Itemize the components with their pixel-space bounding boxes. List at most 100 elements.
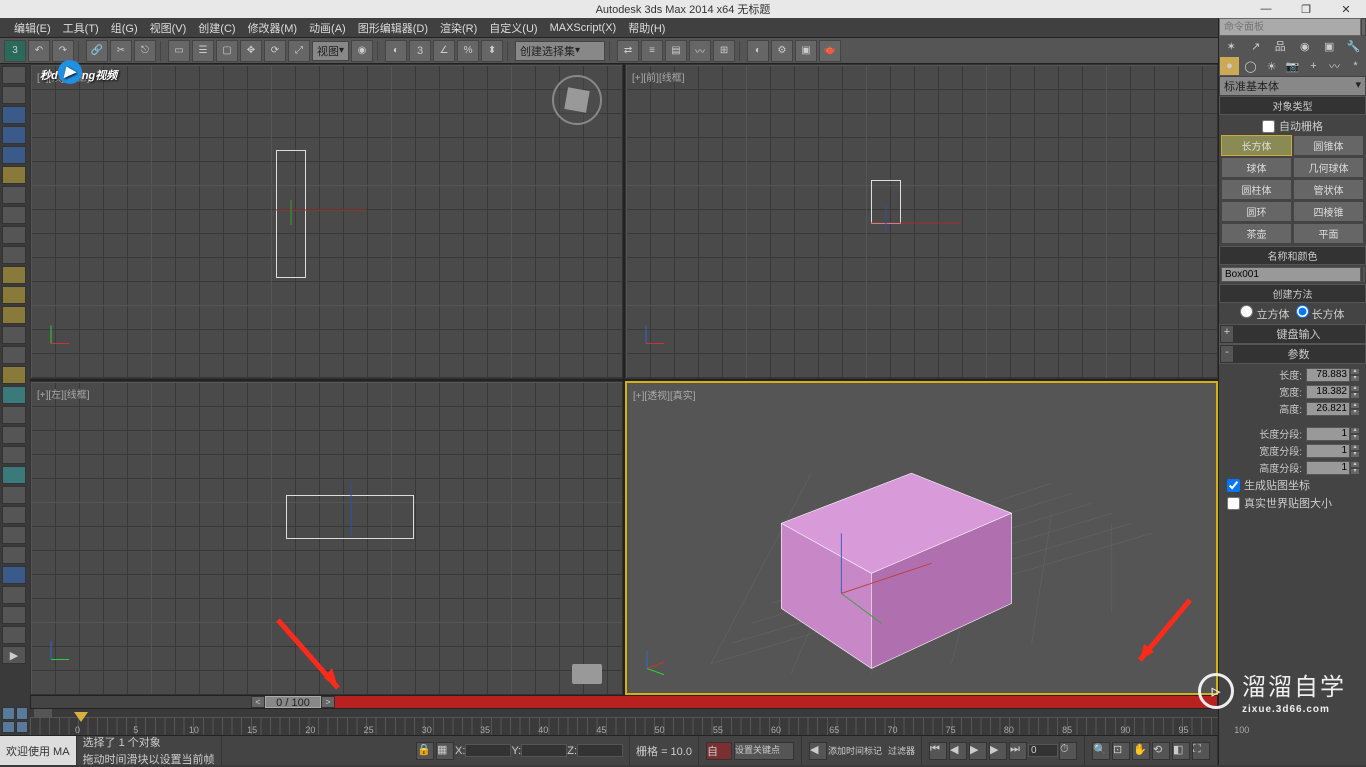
scale-button[interactable]: ⤢ [288,40,310,62]
subtab-systems[interactable]: * [1345,56,1366,76]
subtab-helpers[interactable]: + [1303,56,1324,76]
length-input[interactable] [1306,368,1350,382]
ltool-7[interactable] [2,186,26,204]
select-rect-button[interactable]: ▢ [216,40,238,62]
ltool-21[interactable] [2,466,26,484]
viewport-left-label[interactable]: [+][左][线框] [37,386,90,401]
ref-coord-dropdown[interactable]: 视图 ▾ [312,41,349,61]
menu-group[interactable]: 组(G) [105,20,144,36]
header-params[interactable]: 参数 [1233,346,1364,362]
play-button[interactable]: ▶ [969,742,987,760]
time-ruler[interactable]: 0510152025303540455055606570758085909510… [30,717,1218,735]
subtab-space[interactable]: 〰 [1324,56,1345,76]
ltool-28[interactable] [2,606,26,624]
app-icon[interactable]: 3 [4,40,26,62]
menu-tools[interactable]: 工具(T) [57,20,105,36]
ltool-16[interactable] [2,366,26,384]
header-keyboard[interactable]: 键盘输入 [1233,326,1364,342]
tab-hierarchy[interactable]: 品 [1268,36,1293,56]
realworld-checkbox[interactable] [1227,497,1240,510]
ltool-8[interactable] [2,206,26,224]
ltool-9[interactable] [2,226,26,244]
ltool-11[interactable] [2,266,26,284]
render-button[interactable]: 🫖 [819,40,841,62]
nav-zoom[interactable]: 🔍 [1092,742,1110,760]
bind-button[interactable]: ⎋ [134,40,156,62]
time-slider[interactable]: < 0 / 100 > [30,695,1218,709]
search-go[interactable] [1361,18,1366,36]
height-input[interactable] [1306,402,1350,416]
ltool-12[interactable] [2,286,26,304]
ltool-5[interactable] [2,146,26,164]
menu-view[interactable]: 视图(V) [144,20,193,36]
width-down[interactable]: ▾ [1350,392,1360,399]
frame-input[interactable] [1028,744,1058,757]
mirror-button[interactable]: ⇄ [617,40,639,62]
width-input[interactable] [1306,385,1350,399]
curve-editor-button[interactable]: 〰 [689,40,711,62]
tab-motion[interactable]: ◉ [1293,36,1318,56]
subtab-cameras[interactable]: 📷 [1282,56,1303,76]
maximize-button[interactable]: ❐ [1286,3,1326,16]
primitive-dropdown[interactable]: 标准基本体▾ [1219,76,1366,96]
move-button[interactable]: ✥ [240,40,262,62]
spinner-snap-button[interactable]: ⬍ [481,40,503,62]
rotate-button[interactable]: ⟳ [264,40,286,62]
named-sets-dropdown[interactable]: 创建选择集 ▾ [515,41,605,61]
play-next[interactable]: ▶ [989,742,1007,760]
material-editor-button[interactable]: ◐ [747,40,769,62]
play-end[interactable]: ⏭ [1009,742,1027,760]
select-name-button[interactable]: ☰ [192,40,214,62]
pivot-button[interactable]: ◉ [351,40,373,62]
viewport-front-label[interactable]: [+][前][线框] [632,69,685,84]
ltool-10[interactable] [2,246,26,264]
select-button[interactable]: ▭ [168,40,190,62]
align-button[interactable]: ≡ [641,40,663,62]
menu-help[interactable]: 帮助(H) [622,20,671,36]
tab-display[interactable]: ▣ [1317,36,1342,56]
close-button[interactable]: ✕ [1326,3,1366,16]
layer-button[interactable]: ▤ [665,40,687,62]
four-viewport-button[interactable] [2,707,28,733]
autogrid-checkbox[interactable] [1262,120,1275,133]
iso-button[interactable]: ▦ [436,742,454,760]
header-name-color[interactable]: 名称和颜色 [1219,246,1366,265]
key-filters[interactable]: 过滤器 [888,744,915,757]
time-thumb[interactable]: 0 / 100 [265,696,321,708]
btn-tube[interactable]: 管状体 [1293,179,1364,200]
menu-maxscript[interactable]: MAXScript(X) [544,22,623,34]
auto-key-button[interactable]: 自 [706,742,732,760]
coord-z[interactable] [577,744,623,757]
ltool-29[interactable] [2,626,26,644]
play-start[interactable]: ⏮ [929,742,947,760]
subtab-geometry[interactable]: ● [1219,56,1240,76]
command-search[interactable] [1219,18,1361,36]
radio-cube[interactable]: 立方体 [1240,305,1289,322]
ltool-27[interactable] [2,586,26,604]
ltool-30[interactable]: ▶ [2,646,26,664]
object-color-swatch[interactable] [1363,267,1365,282]
viewport-top[interactable]: [+][顶][线框] [30,64,623,379]
ltool-6[interactable] [2,166,26,184]
tab-create[interactable]: ✶ [1219,36,1244,56]
menu-create[interactable]: 创建(C) [192,20,241,36]
viewport-left[interactable]: [+][左][线框] [30,381,623,696]
nav-zoom-all[interactable]: ⊡ [1112,742,1130,760]
manip-button[interactable]: ◐ [385,40,407,62]
angle-snap-button[interactable]: ∠ [433,40,455,62]
ltool-17[interactable] [2,386,26,404]
slider-next[interactable]: > [321,696,335,708]
menu-customize[interactable]: 自定义(U) [483,20,543,36]
height-down[interactable]: ▾ [1350,409,1360,416]
length-up[interactable]: ▴ [1350,368,1360,375]
menu-animation[interactable]: 动画(A) [303,20,352,36]
btn-cylinder[interactable]: 圆柱体 [1221,179,1292,200]
render-setup-button[interactable]: ⚙ [771,40,793,62]
viewport-front[interactable]: [+][前][线框] [625,64,1218,379]
viewport-perspective[interactable]: [+][透视][真实] [625,381,1218,696]
steering-wheel-left[interactable] [572,664,602,684]
minimize-button[interactable]: — [1246,3,1286,16]
percent-snap-button[interactable]: % [457,40,479,62]
ltool-2[interactable] [2,86,26,104]
ltool-18[interactable] [2,406,26,424]
